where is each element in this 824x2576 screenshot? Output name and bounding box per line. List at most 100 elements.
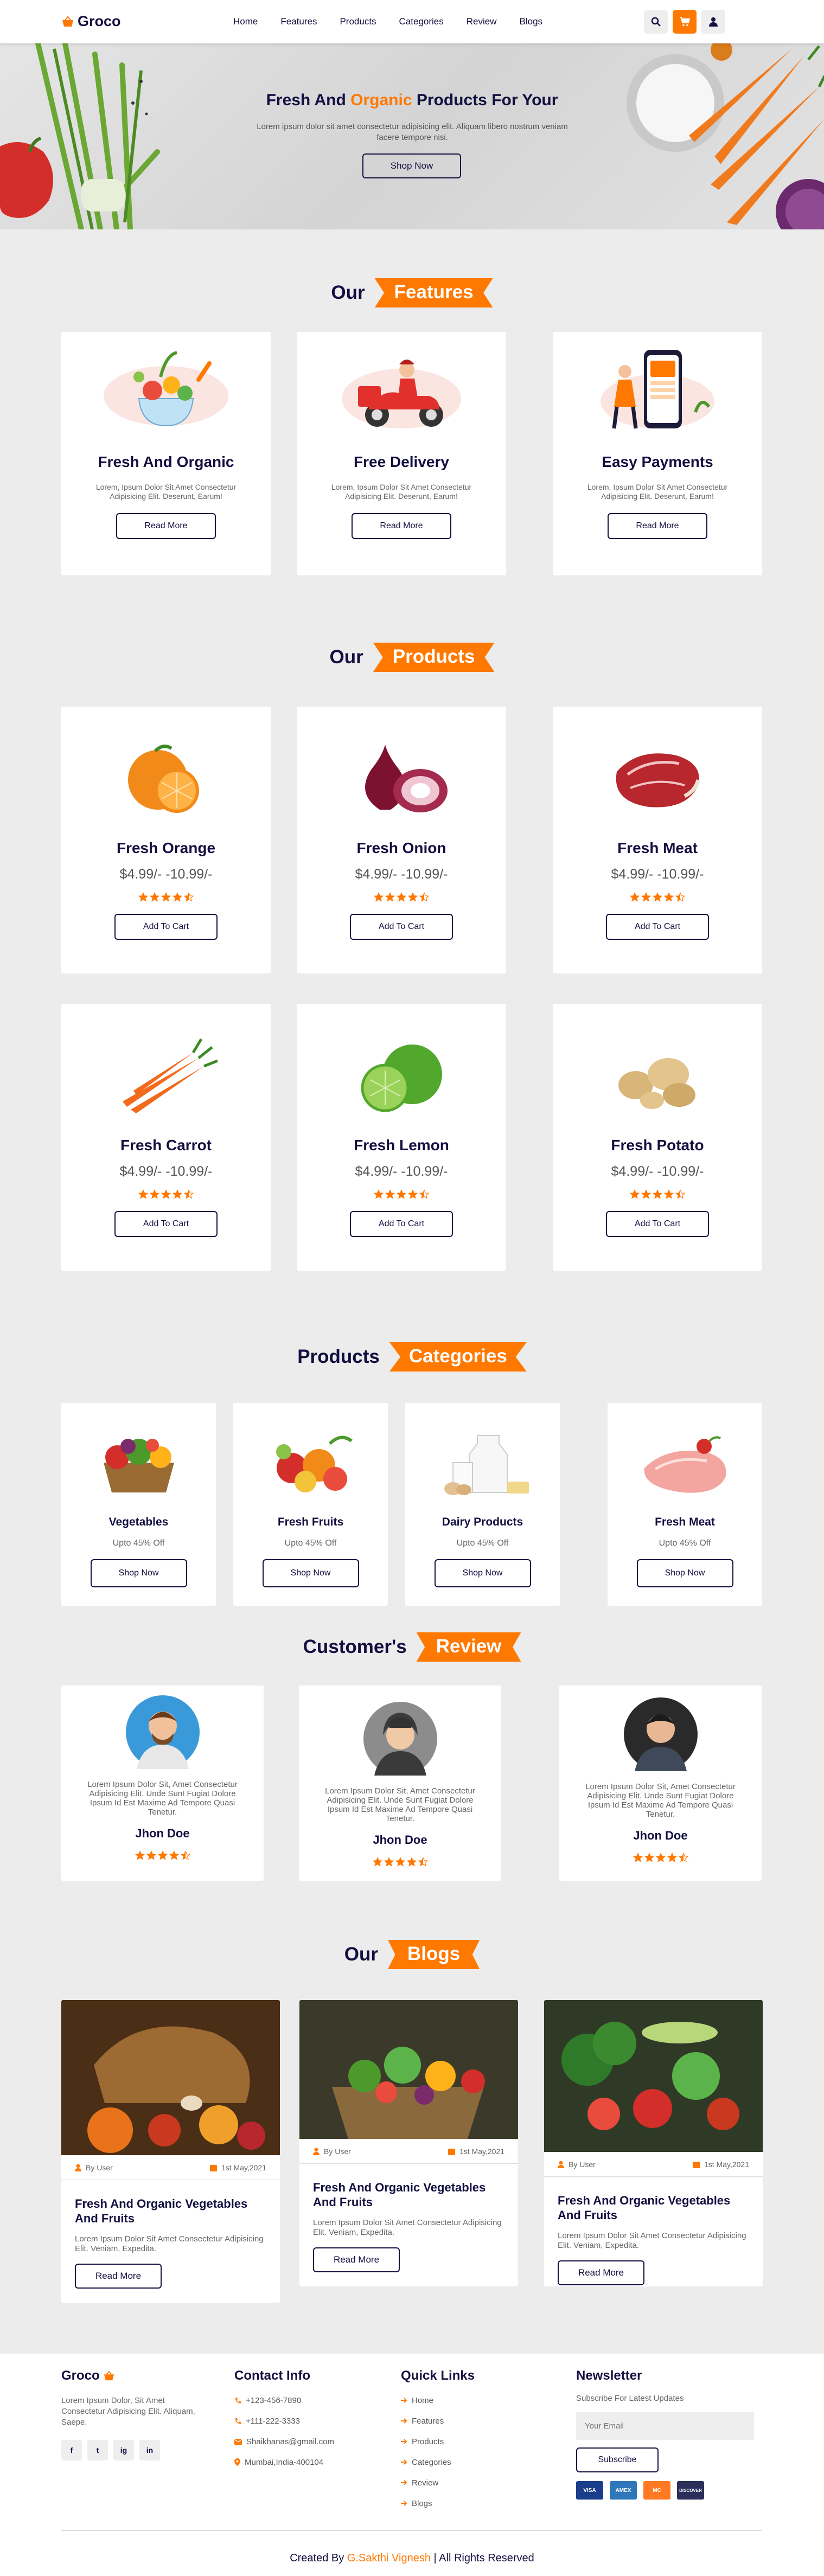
product-price: $4.99/- -10.99/- — [355, 867, 448, 882]
blog-date: 1st May,2021 — [448, 2147, 504, 2156]
category-discount: Upto 45% Off — [659, 1539, 711, 1548]
social-links: f t ig in — [61, 2440, 208, 2460]
footer-link-home[interactable]: Home — [401, 2390, 520, 2411]
hero-vegetables-left-image — [0, 43, 160, 229]
category-dairy-image — [444, 1435, 529, 1495]
star-icon — [395, 1857, 405, 1867]
calendar-icon — [448, 2148, 455, 2155]
footer-quick-links: Quick Links Home Features Products Categ… — [401, 2368, 520, 2514]
footer-link-review[interactable]: Review — [401, 2472, 520, 2493]
subscribe-button[interactable]: Subscribe — [576, 2447, 659, 2472]
shop-now-button[interactable]: Shop Now — [90, 1559, 187, 1587]
twitter-icon[interactable]: t — [87, 2440, 108, 2460]
blog-author-text: By User — [569, 2160, 596, 2169]
blog-date-text: 1st May,2021 — [221, 2163, 266, 2172]
add-to-cart-button[interactable]: Add To Cart — [350, 1211, 453, 1237]
shop-now-button[interactable]: Shop Now — [434, 1559, 531, 1587]
category-title: Fresh Fruits — [277, 1516, 344, 1528]
email-input[interactable] — [576, 2412, 754, 2440]
star-icon — [150, 1189, 159, 1199]
contact-email[interactable]: Shaikhanas@gmail.com — [234, 2431, 375, 2452]
shop-now-button[interactable]: Shop Now — [636, 1559, 733, 1587]
arrow-right-icon — [401, 2459, 407, 2465]
rating-stars — [559, 1853, 762, 1862]
add-to-cart-button[interactable]: Add To Cart — [114, 914, 218, 940]
product-lemon-image — [361, 1045, 442, 1112]
nav-features[interactable]: Features — [280, 16, 317, 27]
feature-text: Lorem, Ipsum Dolor Sit Amet Consectetur … — [331, 483, 472, 501]
read-more-button[interactable]: Read More — [313, 2247, 400, 2272]
amex-card-icon: AMEX — [610, 2481, 637, 2500]
blog-meta: By User 1st May,2021 — [544, 2152, 763, 2177]
blog-date-text: 1st May,2021 — [704, 2160, 749, 2169]
footer-link-blogs[interactable]: Blogs — [401, 2493, 520, 2514]
footer-link-label: Features — [412, 2416, 444, 2426]
nav-blogs[interactable]: Blogs — [520, 16, 543, 27]
read-more-button[interactable]: Read More — [75, 2264, 162, 2289]
blogs-heading: Our Blogs — [0, 1940, 824, 1969]
product-card: Fresh Carrot $4.99/- -10.99/- Add To Car… — [61, 1004, 271, 1271]
star-icon — [173, 892, 182, 902]
contact-phone[interactable]: +123-456-7890 — [234, 2390, 375, 2411]
star-icon — [146, 1850, 156, 1860]
star-icon — [150, 892, 159, 902]
contact-address[interactable]: Mumbai,India-400104 — [234, 2452, 375, 2472]
credit-author-link[interactable]: G.Sakthi Vignesh — [347, 2552, 431, 2564]
reviews-heading-tag: Review — [416, 1632, 521, 1662]
footer-credit: Created By G.Sakthi Vignesh | All Rights… — [0, 2552, 824, 2565]
contact-phone[interactable]: +111-222-3333 — [234, 2411, 375, 2431]
read-more-button[interactable]: Read More — [116, 513, 216, 539]
read-more-button[interactable]: Read More — [558, 2260, 644, 2285]
product-card: Fresh Lemon $4.99/- -10.99/- Add To Cart — [297, 1004, 506, 1271]
shop-now-button[interactable]: Shop Now — [262, 1559, 359, 1587]
shop-now-button[interactable]: Shop Now — [362, 153, 461, 178]
footer-link-categories[interactable]: Categories — [401, 2452, 520, 2472]
footer-link-features[interactable]: Features — [401, 2411, 520, 2431]
review-card: Lorem Ipsum Dolor Sit, Amet Consectetur … — [299, 1686, 501, 1881]
read-more-button[interactable]: Read More — [352, 513, 451, 539]
hero-text: Lorem ipsum dolor sit amet consectetur a… — [257, 122, 568, 142]
rating-stars — [553, 892, 762, 902]
category-card: Fresh Fruits Upto 45% Off Shop Now — [233, 1403, 388, 1606]
star-icon — [644, 1853, 654, 1862]
rating-stars — [61, 892, 271, 902]
add-to-cart-button[interactable]: Add To Cart — [350, 914, 453, 940]
search-button[interactable] — [644, 10, 668, 34]
category-vegetables-image — [103, 1439, 174, 1492]
star-half-icon — [675, 1189, 685, 1199]
cart-button[interactable] — [673, 10, 697, 34]
footer-link-products[interactable]: Products — [401, 2431, 520, 2452]
blog-vegetables-image — [544, 2000, 763, 2152]
footer-contact: Contact Info +123-456-7890 +111-222-3333… — [234, 2368, 375, 2472]
hero-vegetables-right-image — [627, 43, 824, 229]
blog-author: By User — [313, 2147, 351, 2156]
rating-stars — [297, 1189, 506, 1199]
category-card: Fresh Meat Upto 45% Off Shop Now — [608, 1403, 762, 1606]
blog-meta: By User 1st May,2021 — [61, 2155, 280, 2180]
read-more-button[interactable]: Read More — [608, 513, 707, 539]
nav-categories[interactable]: Categories — [399, 16, 444, 27]
instagram-icon[interactable]: ig — [113, 2440, 134, 2460]
logo-text: Groco — [78, 13, 121, 29]
newsletter-heading: Newsletter — [576, 2368, 642, 2383]
linkedin-icon[interactable]: in — [139, 2440, 160, 2460]
facebook-icon[interactable]: f — [61, 2440, 82, 2460]
add-to-cart-button[interactable]: Add To Cart — [606, 1211, 709, 1237]
star-icon — [667, 1853, 677, 1862]
add-to-cart-button[interactable]: Add To Cart — [606, 914, 709, 940]
product-title: Fresh Potato — [611, 1137, 704, 1154]
logo[interactable]: Groco — [61, 13, 121, 30]
star-half-icon — [184, 892, 194, 902]
nav-review[interactable]: Review — [467, 16, 497, 27]
nav-home[interactable]: Home — [233, 16, 258, 27]
star-icon — [630, 892, 640, 902]
feature-text: Lorem, Ipsum Dolor Sit Amet Consectetur … — [95, 483, 237, 501]
star-icon — [374, 892, 384, 902]
add-to-cart-button[interactable]: Add To Cart — [114, 1211, 218, 1237]
star-icon — [135, 1850, 145, 1860]
blog-text: Lorem Ipsum Dolor Sit Amet Consectetur A… — [313, 2218, 502, 2237]
nav-products[interactable]: Products — [340, 16, 376, 27]
footer-link-label: Home — [412, 2395, 434, 2405]
categories-heading: Products Categories — [0, 1342, 824, 1372]
user-button[interactable] — [701, 10, 725, 34]
